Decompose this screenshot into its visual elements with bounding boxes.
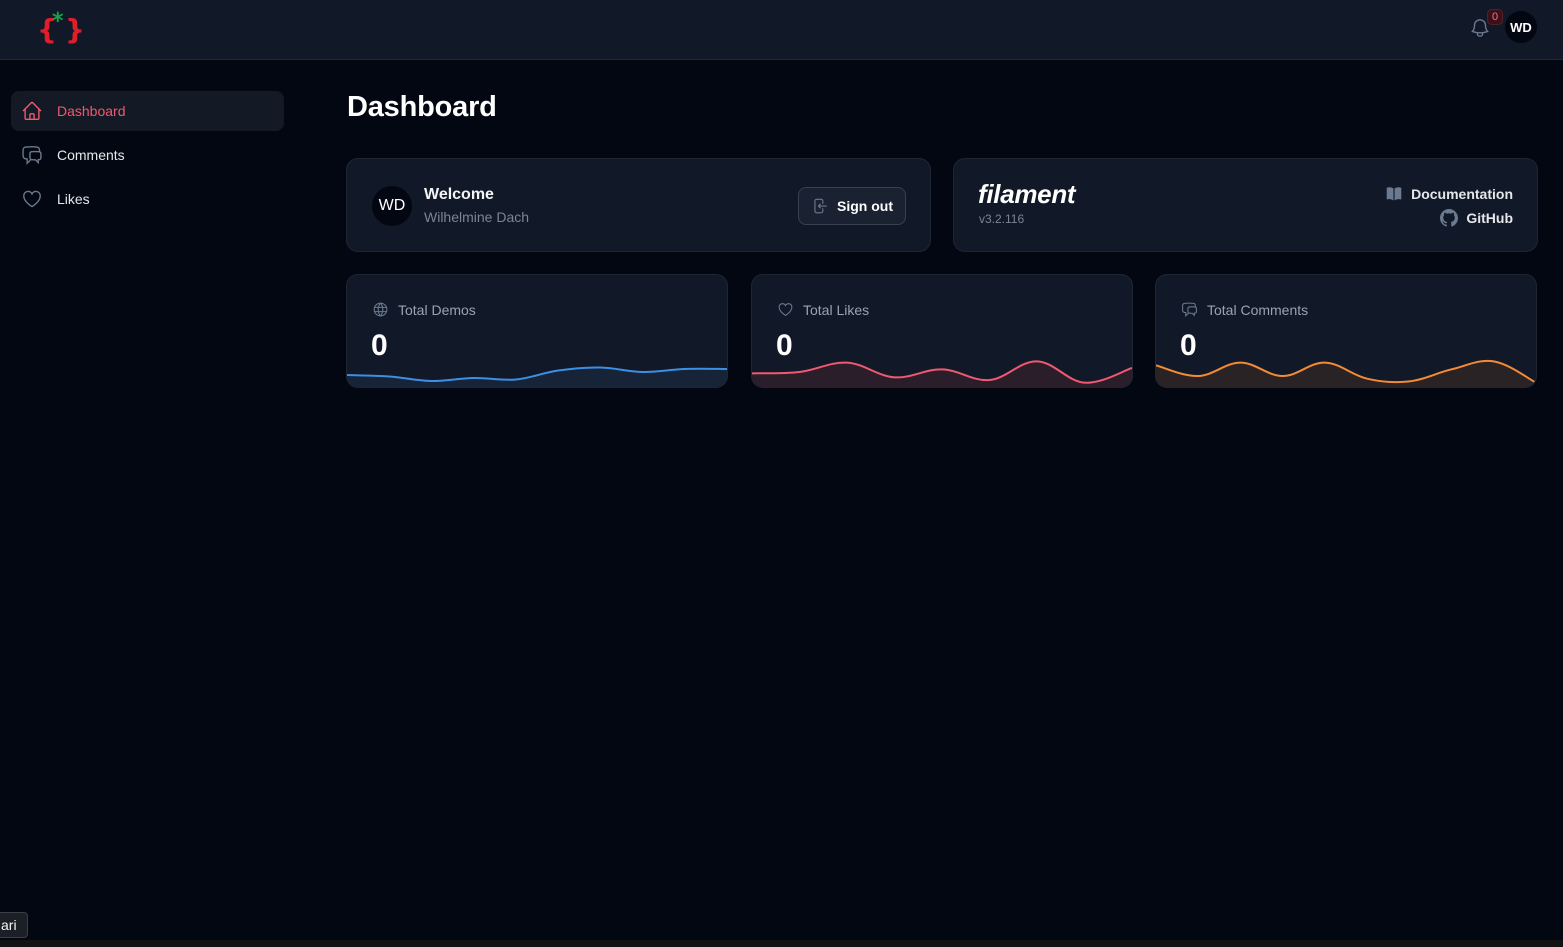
top-bar: { } * 0 WD — [0, 0, 1563, 60]
notifications-button[interactable]: 0 — [1469, 9, 1503, 39]
sidebar-item-label: Likes — [57, 191, 90, 207]
sign-out-button[interactable]: Sign out — [798, 187, 906, 225]
filament-version: v3.2.116 — [979, 212, 1025, 226]
heart-icon — [23, 190, 41, 208]
notification-count-badge: 0 — [1487, 9, 1503, 25]
page-title: Dashboard — [347, 91, 497, 123]
documentation-link[interactable]: Documentation — [1385, 185, 1513, 203]
stat-card-total-likes: Total Likes 0 — [751, 274, 1133, 388]
chat-bubbles-icon — [1182, 302, 1197, 318]
chat-bubbles-icon — [22, 146, 42, 165]
github-icon — [1440, 209, 1459, 227]
book-icon — [1386, 187, 1402, 201]
stat-label: Total Comments — [1207, 301, 1309, 318]
sign-out-label: Sign out — [837, 198, 893, 214]
sparkline-area — [1156, 360, 1536, 387]
stat-label: Total Demos — [398, 301, 476, 318]
stat-card-total-comments: Total Comments 0 — [1155, 274, 1537, 388]
sidebar-item-label: Comments — [57, 147, 125, 163]
sign-out-icon — [814, 198, 827, 214]
sidebar: Dashboard Comments Likes — [11, 91, 284, 223]
github-label: GitHub — [1466, 210, 1513, 226]
stat-card-total-demos: Total Demos 0 — [346, 274, 728, 388]
documentation-label: Documentation — [1411, 186, 1513, 202]
sparkline-total-demos — [347, 357, 727, 387]
avatar: WD — [372, 186, 412, 226]
filament-info-widget: filament v3.2.116 Documentation GitHub — [953, 158, 1538, 252]
stat-label: Total Likes — [803, 301, 870, 318]
app-logo[interactable]: { } * — [37, 6, 85, 46]
tooltip: ari — [0, 912, 28, 938]
bottom-strip — [0, 940, 1563, 947]
github-link[interactable]: GitHub — [1440, 209, 1513, 227]
home-icon — [22, 101, 42, 120]
globe-icon — [373, 302, 388, 317]
welcome-heading: Welcome — [424, 186, 494, 203]
sidebar-item-comments[interactable]: Comments — [11, 135, 284, 175]
sparkline-area — [752, 361, 1132, 387]
svg-text:}: } — [65, 13, 85, 46]
sidebar-item-label: Dashboard — [57, 103, 126, 119]
sparkline-total-comments — [1156, 357, 1536, 387]
heart-icon — [778, 303, 793, 316]
sparkline-total-likes — [752, 357, 1132, 387]
filament-logo[interactable]: filament — [978, 179, 1076, 210]
user-name: Wilhelmine Dach — [424, 209, 530, 225]
logo-braces-icon: { } * — [37, 9, 85, 46]
user-menu-avatar[interactable]: WD — [1505, 11, 1537, 43]
svg-text:*: * — [52, 9, 64, 34]
account-widget: WD Welcome Wilhelmine Dach Sign out — [346, 158, 931, 252]
sidebar-item-likes[interactable]: Likes — [11, 179, 284, 219]
sidebar-item-dashboard[interactable]: Dashboard — [11, 91, 284, 131]
